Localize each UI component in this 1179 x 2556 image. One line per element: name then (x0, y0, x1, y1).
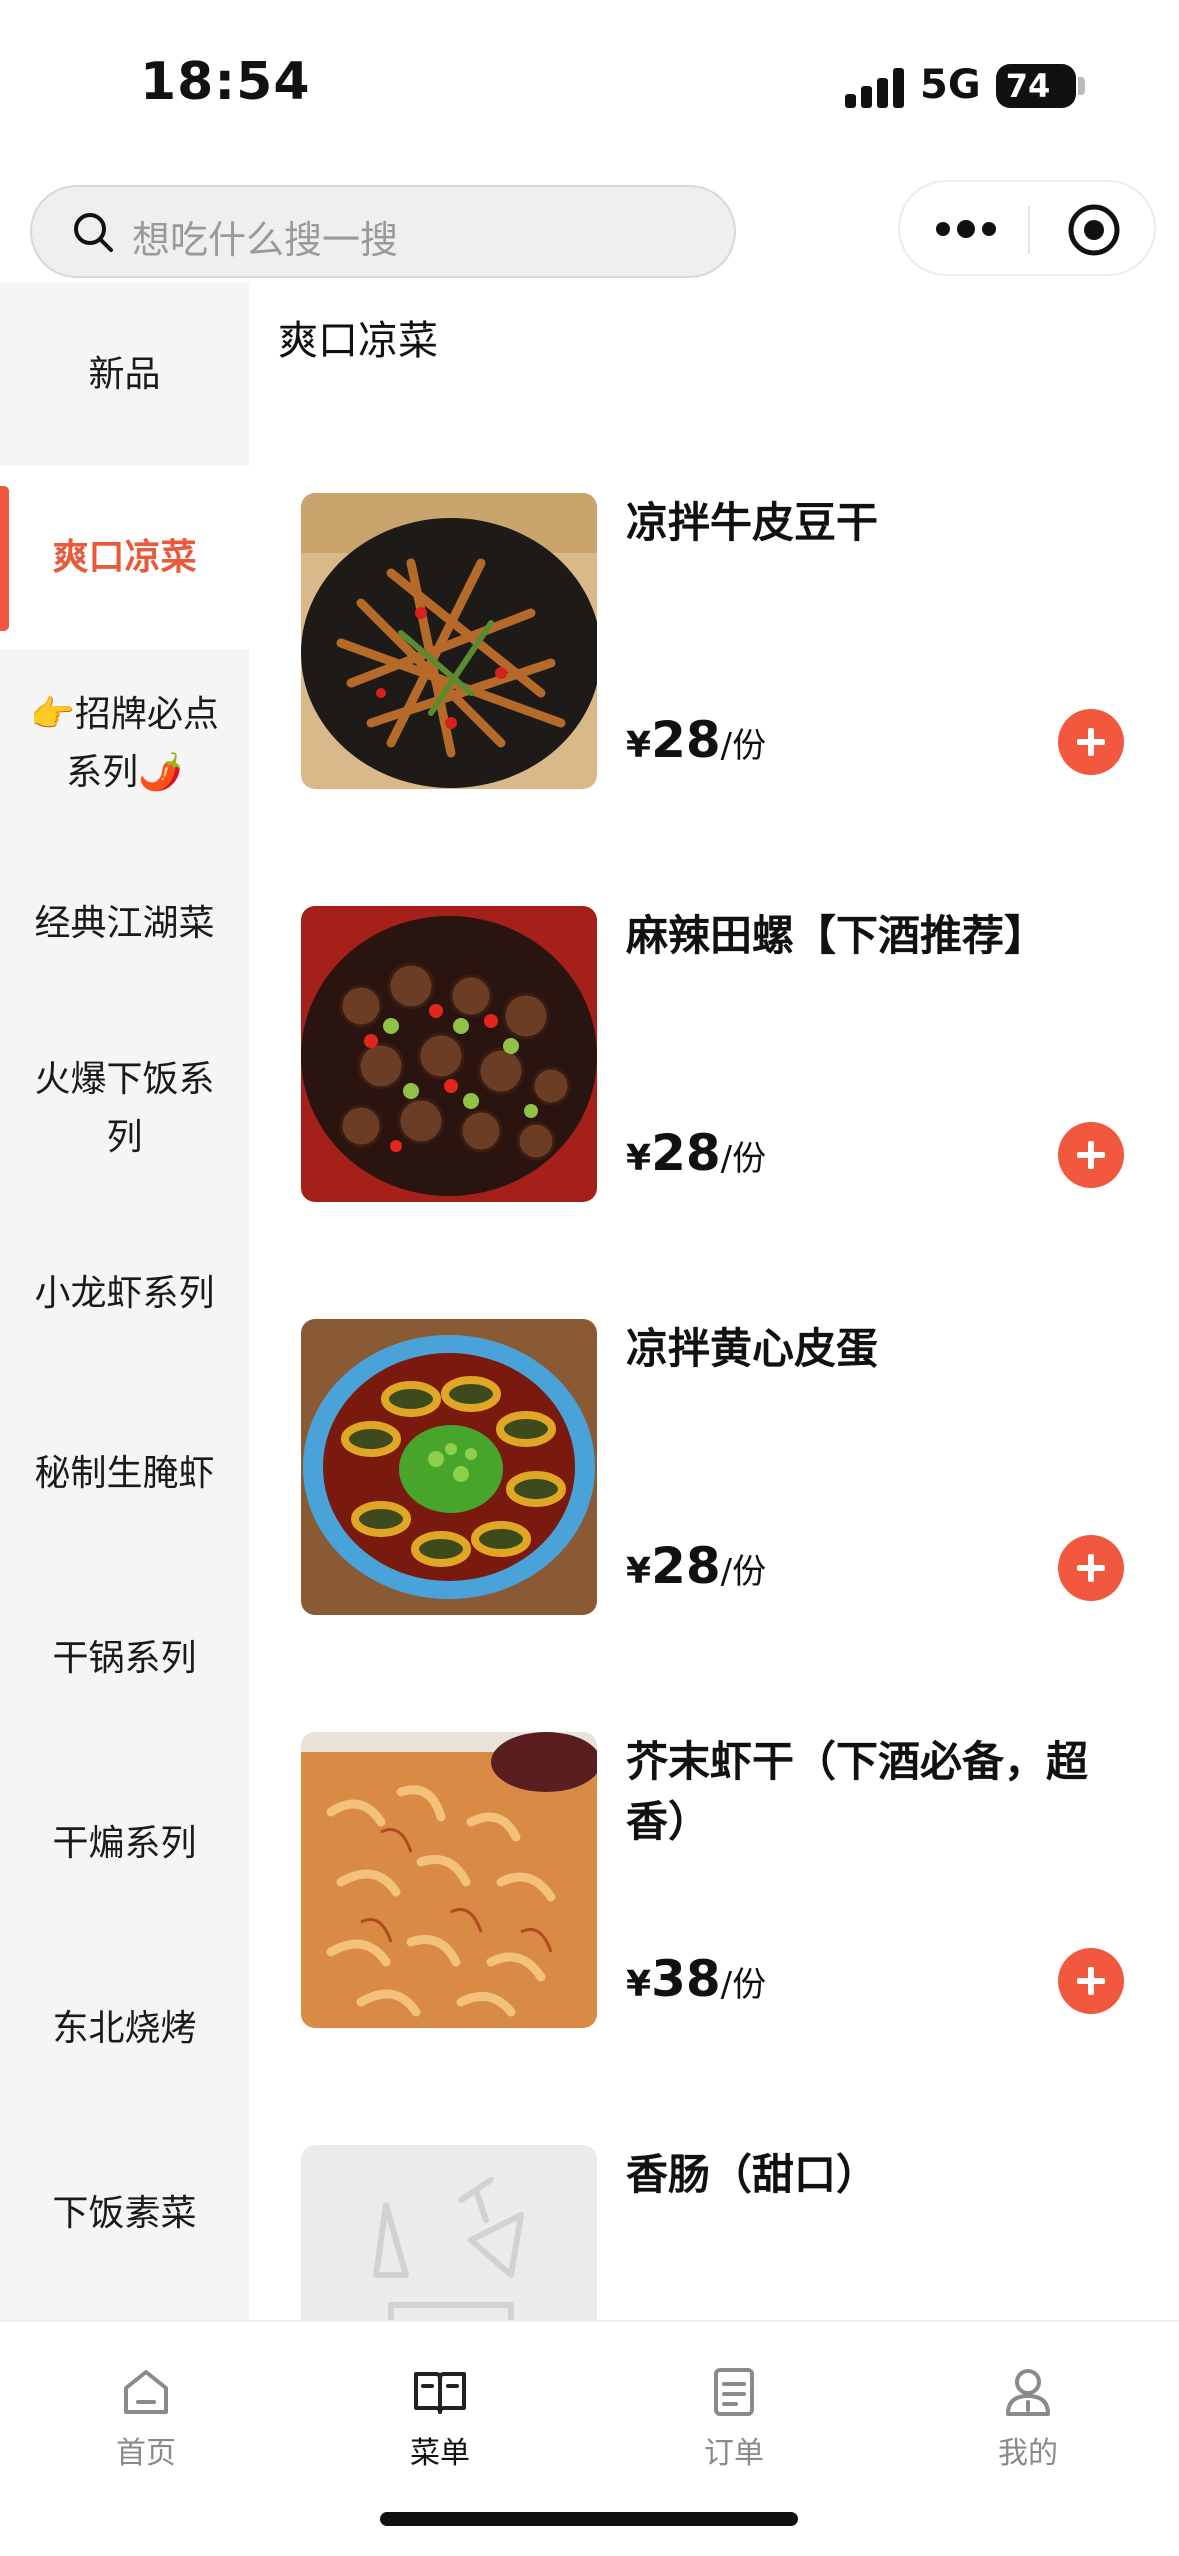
dish-item[interactable]: 凉拌牛皮豆干 ¥28/份 (301, 493, 1161, 791)
price-currency: ¥ (626, 1138, 652, 1179)
signal-icon (845, 68, 909, 108)
sidebar-item-label: 小龙虾系列 (34, 1273, 215, 1314)
network-type: 5G (920, 62, 981, 108)
dish-name: 凉拌黄心皮蛋 (626, 1324, 879, 1373)
dish-placeholder-image (301, 2145, 597, 2320)
tab-label: 首页 (116, 2436, 176, 2471)
dish-price: ¥28/份 (626, 1537, 766, 1595)
price-unit: /份 (720, 1552, 767, 1592)
price-currency: ¥ (626, 1551, 652, 1592)
dish-image-tofu (301, 493, 597, 789)
sidebar-item-label: 干锅系列 (52, 1638, 197, 1679)
sidebar-item-bbq[interactable]: 东北烧烤 (0, 1939, 249, 2119)
sidebar-item-veg[interactable]: 下饭素菜 (0, 2119, 249, 2309)
menu-book-icon (414, 2372, 466, 2414)
dish-price: ¥28/份 (626, 1124, 766, 1182)
target-circle-icon[interactable] (1066, 202, 1122, 258)
dish-name: 麻辣田螺【下酒推荐】 (626, 911, 1047, 960)
sidebar-item-cold-dishes[interactable]: 爽口凉菜 (0, 466, 249, 649)
price-currency: ¥ (626, 1964, 652, 2005)
dish-name: 香肠（甜口） (626, 2150, 879, 2199)
status-bar: 18:54 5G 74 (0, 0, 1179, 170)
category-sidebar: 新品 爽口凉菜 👉招牌必点系列🌶️ 经典江湖菜 火爆下饭系列 小龙虾系列 秘制生… (0, 283, 249, 2320)
profile-icon (1006, 2369, 1050, 2416)
dish-item[interactable]: 凉拌黄心皮蛋 ¥28/份 (301, 1319, 1161, 1617)
tab-home[interactable]: 首页 (66, 2362, 226, 2472)
sidebar-item-label: 火爆下饭系列 (34, 1059, 215, 1158)
sidebar-item-label: 下饭素菜 (52, 2193, 197, 2234)
battery-icon: 74 (996, 64, 1076, 108)
price-value: 28 (651, 1124, 721, 1182)
section-title: 爽口凉菜 (278, 318, 438, 364)
price-unit: /份 (720, 726, 767, 766)
sidebar-item-jianghu[interactable]: 经典江湖菜 (0, 839, 249, 1009)
tab-label: 菜单 (410, 2436, 470, 2471)
search-icon (74, 213, 113, 252)
tab-menu[interactable]: 菜单 (360, 2362, 520, 2472)
dish-price: ¥38/份 (626, 1950, 766, 2008)
sidebar-item-dry-fried[interactable]: 干煸系列 (0, 1749, 249, 1939)
status-time: 18:54 (140, 52, 311, 112)
sidebar-item-new[interactable]: 新品 (0, 283, 249, 466)
sidebar-item-rice-dishes[interactable]: 火爆下饭系列 (0, 1009, 249, 1209)
home-indicator[interactable] (380, 2512, 798, 2526)
dish-item[interactable]: 香肠（甜口） (301, 2145, 1161, 2320)
sidebar-item-drypot[interactable]: 干锅系列 (0, 1569, 249, 1749)
sidebar-item-crayfish[interactable]: 小龙虾系列 (0, 1209, 249, 1379)
sidebar-item-label: 👉招牌必点系列🌶️ (30, 694, 219, 793)
sidebar-item-label: 干煸系列 (52, 1823, 197, 1864)
sidebar-item-label: 爽口凉菜 (52, 536, 197, 578)
tab-profile[interactable]: 我的 (948, 2362, 1108, 2472)
dish-name: 凉拌牛皮豆干 (626, 498, 879, 547)
battery-tip (1078, 77, 1085, 95)
search-placeholder: 想吃什么搜一搜 (132, 218, 399, 262)
tab-label: 我的 (998, 2436, 1058, 2471)
sidebar-item-label: 东北烧烤 (52, 2008, 197, 2049)
dish-item[interactable]: 麻辣田螺【下酒推荐】 ¥28/份 (301, 906, 1161, 1204)
order-icon (714, 2368, 754, 2416)
price-value: 38 (651, 1950, 721, 2008)
add-to-cart-button[interactable] (1058, 1948, 1124, 2014)
sidebar-item-label: 新品 (88, 353, 161, 395)
capsule-divider (1028, 206, 1030, 254)
sidebar-item-signature[interactable]: 👉招牌必点系列🌶️ (0, 649, 249, 839)
sidebar-item-label: 经典江湖菜 (34, 903, 215, 944)
search-input[interactable]: 想吃什么搜一搜 (30, 185, 736, 278)
price-currency: ¥ (626, 725, 652, 766)
price-unit: /份 (720, 1139, 767, 1179)
dish-name: 芥末虾干（下酒必备，超香） (626, 1737, 1089, 1846)
price-value: 28 (651, 1537, 721, 1595)
more-dots-icon[interactable] (936, 220, 996, 238)
miniprogram-capsule (898, 180, 1156, 276)
dish-price: ¥28/份 (626, 711, 766, 769)
sidebar-item-raw-shrimp[interactable]: 秘制生腌虾 (0, 1379, 249, 1569)
home-icon (124, 2370, 168, 2414)
tab-label: 订单 (704, 2436, 764, 2471)
price-unit: /份 (720, 1965, 767, 2005)
add-to-cart-button[interactable] (1058, 709, 1124, 775)
dish-image-century-egg (301, 1319, 597, 1615)
battery-level: 74 (1005, 67, 1051, 105)
tab-orders[interactable]: 订单 (654, 2362, 814, 2472)
dish-image-snails (301, 906, 597, 1202)
dish-item[interactable]: 芥末虾干（下酒必备，超香） ¥38/份 (301, 1732, 1161, 2030)
add-to-cart-button[interactable] (1058, 1535, 1124, 1601)
add-to-cart-button[interactable] (1058, 1122, 1124, 1188)
dish-image-dried-shrimp (301, 1732, 597, 2028)
price-value: 28 (651, 711, 721, 769)
sidebar-item-label: 秘制生腌虾 (34, 1453, 215, 1494)
